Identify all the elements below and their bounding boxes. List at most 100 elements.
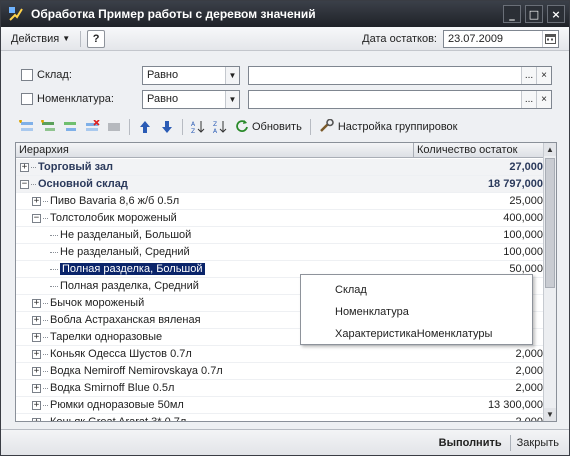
chevron-down-icon[interactable]: ▼ — [225, 90, 239, 108]
filter-row-warehouse: Склад: Равно ▼ ... × — [1, 65, 569, 85]
tree-row[interactable]: Не разделаный, Средний 100,000 — [16, 244, 544, 261]
tree-row[interactable]: + Рюмки одноразовые 50мл 13 300,000 — [16, 397, 544, 414]
tree-row-name-cell: − Толстолобик мороженый — [16, 212, 434, 224]
add-row-icon[interactable] — [15, 117, 37, 137]
scroll-down-icon[interactable]: ▼ — [544, 408, 556, 421]
sort-ascending-icon[interactable]: AZ — [187, 117, 209, 137]
vertical-scrollbar[interactable]: ▲ ▼ — [543, 143, 556, 421]
context-menu-item-nomenclature[interactable]: Номенклатура — [301, 301, 532, 323]
tree-toolbar: AZ ZA Обновить Настройка группировок — [15, 116, 555, 138]
tree-row-label: Толстолобик мороженый — [50, 212, 177, 224]
run-button[interactable]: Выполнить — [439, 437, 502, 449]
tree-row-label: Бычок мороженый — [50, 297, 145, 309]
select-button[interactable]: ... — [521, 66, 536, 84]
close-button[interactable]: Закрыть — [517, 437, 559, 449]
expand-icon[interactable]: + — [20, 162, 29, 172]
actions-label: Действия — [11, 32, 60, 45]
expand-icon[interactable]: + — [32, 417, 41, 421]
help-button[interactable]: ? — [87, 29, 106, 48]
tree-row[interactable]: + Водка Smirnoff Blue 0.5л 2,000 — [16, 380, 544, 397]
tree-row-quantity: 400,000 — [503, 212, 543, 224]
tree-row-quantity: 2,000 — [515, 382, 543, 394]
tree-row-label: Коньяк Одесса Шустов 0.7л — [50, 348, 192, 360]
date-field[interactable]: 23.07.2009 — [443, 29, 559, 48]
context-menu: Склад Номенклатура ХарактеристикаНоменкл… — [300, 274, 533, 345]
tree-row-name-cell: + Водка Smirnoff Blue 0.5л — [16, 382, 434, 394]
separator — [129, 119, 130, 135]
end-edit-icon[interactable] — [103, 117, 125, 137]
move-up-icon[interactable] — [134, 117, 156, 137]
expand-icon[interactable]: + — [32, 196, 41, 206]
nomenclature-value-field[interactable]: ... × — [248, 89, 552, 109]
warehouse-checkbox[interactable] — [21, 69, 33, 81]
svg-text:Z: Z — [213, 121, 217, 128]
column-header-hierarchy[interactable]: Иерархия — [16, 143, 414, 157]
delete-row-icon[interactable] — [81, 117, 103, 137]
context-menu-item-characteristic[interactable]: ХарактеристикаНоменклатуры — [301, 323, 532, 345]
warehouse-value-field[interactable]: ... × — [248, 65, 552, 85]
tree-line — [43, 387, 48, 389]
tree-row-name-cell: + Рюмки одноразовые 50мл — [16, 399, 434, 411]
expand-icon[interactable]: + — [32, 332, 41, 342]
nomenclature-mode-select[interactable]: Равно ▼ — [142, 89, 240, 109]
copy-row-icon[interactable] — [59, 117, 81, 137]
tree-row-label: Полная разделка, Большой — [59, 263, 206, 275]
expand-icon[interactable]: + — [32, 349, 41, 359]
expand-icon[interactable]: + — [32, 400, 41, 410]
tree-row[interactable]: − Толстолобик мороженый 400,000 — [16, 210, 544, 227]
maximize-button[interactable]: □ — [525, 5, 543, 23]
expand-icon[interactable]: + — [32, 383, 41, 393]
tree-row-quantity: 2,000 — [515, 365, 543, 377]
tree-row-label: Торговый зал — [38, 161, 114, 173]
tree-row-name-cell: + Торговый зал — [16, 161, 434, 173]
tree-line — [43, 302, 48, 304]
close-window-button[interactable]: × — [547, 5, 565, 23]
nomenclature-label: Номенклатура: — [37, 93, 114, 105]
tree-row[interactable]: − Основной склад 18 797,000 — [16, 176, 544, 193]
tree-row-quantity: 100,000 — [503, 246, 543, 258]
column-header-quantity[interactable]: Количество остаток — [414, 143, 544, 157]
chevron-down-icon[interactable]: ▼ — [225, 66, 239, 84]
actions-menu-button[interactable]: Действия ▼ — [7, 30, 74, 48]
filter-row-nomenclature: Номенклатура: Равно ▼ ... × — [1, 89, 569, 109]
refresh-button[interactable]: Обновить — [231, 117, 306, 137]
tree-row[interactable]: + Торговый зал 27,000 — [16, 159, 544, 176]
warehouse-mode-select[interactable]: Равно ▼ — [142, 65, 240, 85]
tree-row[interactable]: Не разделаный, Большой 100,000 — [16, 227, 544, 244]
scroll-up-icon[interactable]: ▲ — [544, 143, 556, 156]
clear-icon[interactable]: × — [536, 66, 551, 84]
tree-row[interactable]: + Пиво Bavaria 8,6 ж/б 0.5л 25,000 — [16, 193, 544, 210]
scroll-thumb[interactable] — [545, 158, 555, 288]
add-group-icon[interactable] — [37, 117, 59, 137]
context-menu-item-warehouse[interactable]: Склад — [301, 279, 532, 301]
collapse-icon[interactable]: − — [32, 213, 41, 223]
expand-icon[interactable]: + — [32, 298, 41, 308]
minimize-button[interactable]: _ — [503, 5, 521, 23]
svg-text:A: A — [191, 121, 196, 128]
calendar-icon[interactable] — [542, 30, 558, 47]
expand-icon[interactable]: + — [32, 366, 41, 376]
title-bar[interactable]: Обработка Пример работы с деревом значен… — [1, 1, 569, 27]
sort-descending-icon[interactable]: ZA — [209, 117, 231, 137]
tree-row[interactable]: + Коньяк Great Ararat 3* 0.7л 2,000 — [16, 414, 544, 423]
expand-icon[interactable]: + — [32, 315, 41, 325]
tree-row-name-cell: − Основной склад — [16, 178, 434, 190]
tree-line — [50, 251, 58, 253]
tree-line — [43, 422, 48, 423]
tree-row-label: Полная разделка, Средний — [60, 280, 199, 292]
refresh-icon — [235, 119, 249, 136]
clear-icon[interactable]: × — [536, 90, 551, 108]
select-button[interactable]: ... — [521, 90, 536, 108]
tree-row[interactable]: + Коньяк Одесса Шустов 0.7л 2,000 — [16, 346, 544, 363]
nomenclature-mode-value: Равно — [147, 93, 179, 105]
date-label: Дата остатков: — [362, 32, 437, 45]
nomenclature-checkbox[interactable] — [21, 93, 33, 105]
grouping-settings-button[interactable]: Настройка группировок — [315, 117, 462, 137]
separator — [309, 119, 311, 135]
tree-row-label: Не разделаный, Средний — [60, 246, 190, 258]
separator — [509, 434, 511, 451]
tree-header: Иерархия Количество остаток — [16, 143, 544, 158]
move-down-icon[interactable] — [156, 117, 178, 137]
tree-row[interactable]: + Водка Nemiroff Nemirovskaya 0.7л 2,000 — [16, 363, 544, 380]
collapse-icon[interactable]: − — [20, 179, 29, 189]
